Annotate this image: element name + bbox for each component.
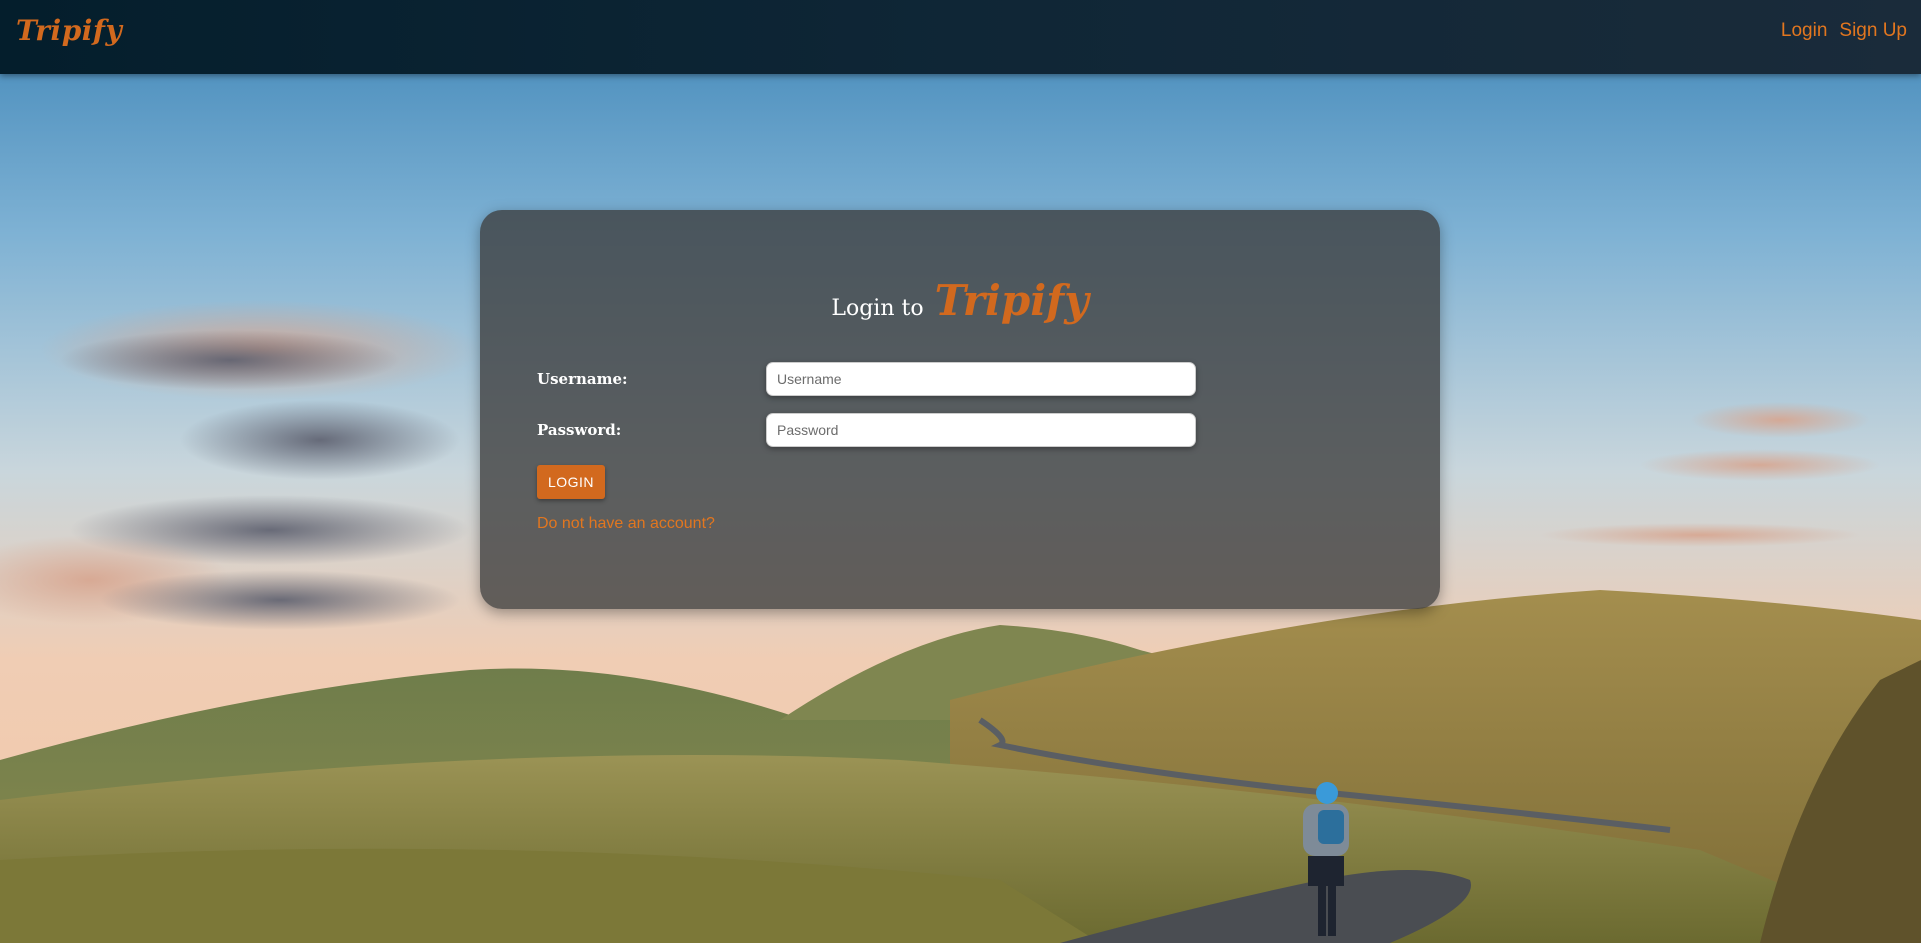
no-account-signup-link[interactable]: Do not have an account? (537, 515, 715, 533)
login-page: Tripify Login Sign Up Login to Tripify U… (0, 0, 1921, 943)
username-input[interactable] (766, 362, 1196, 396)
login-card-title: Login to Tripify (480, 276, 1440, 325)
nav-signup-link[interactable]: Sign Up (1839, 20, 1907, 42)
username-row: Username: (537, 362, 1217, 396)
password-row: Password: (537, 413, 1217, 447)
login-title-brand: Tripify (934, 276, 1089, 325)
username-label: Username: (537, 370, 628, 388)
login-button[interactable]: LOGIN (537, 465, 605, 499)
password-input[interactable] (766, 413, 1196, 447)
top-navbar: Tripify Login Sign Up (0, 0, 1921, 74)
nav-login-link[interactable]: Login (1781, 20, 1828, 42)
login-card: Login to Tripify Username: Password: LOG… (480, 210, 1440, 609)
brand-logo-link[interactable]: Tripify (16, 14, 122, 47)
login-title-prefix: Login to (831, 296, 924, 321)
password-label: Password: (537, 421, 622, 439)
nav-links: Login Sign Up (1781, 20, 1907, 42)
